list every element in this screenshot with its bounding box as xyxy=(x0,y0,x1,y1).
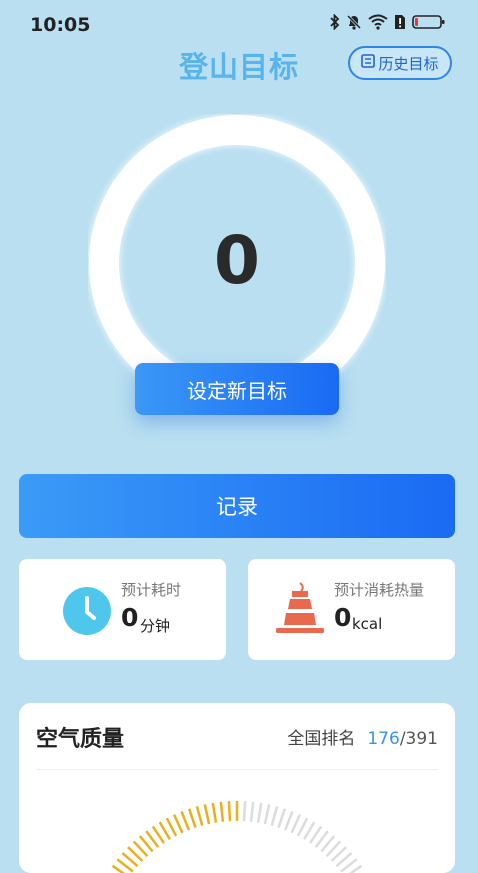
traffic-cone-icon xyxy=(274,581,326,641)
gauge-tick xyxy=(180,811,191,831)
set-new-goal-button[interactable]: 设定新目标 xyxy=(135,363,339,415)
gauge-tick xyxy=(195,806,204,826)
gauge-tick xyxy=(296,817,309,837)
battery-icon xyxy=(412,14,446,30)
clock-icon xyxy=(63,587,111,639)
gauge-tick xyxy=(219,801,225,822)
estimated-calories-card: 预计消耗热量 0 kcal xyxy=(248,559,455,660)
mute-bell-icon xyxy=(346,14,362,30)
estimated-calories-label: 预计消耗热量 xyxy=(334,581,425,599)
goal-value: 0 xyxy=(214,222,260,299)
estimated-calories-unit: kcal xyxy=(352,615,383,633)
gauge-tick xyxy=(188,808,197,829)
history-goals-button[interactable]: 历史目标 xyxy=(348,46,452,80)
status-icons xyxy=(330,14,446,30)
gauge-tick xyxy=(290,814,302,834)
gauge-tick xyxy=(270,806,279,826)
air-quality-gauge xyxy=(111,801,363,873)
estimated-time-value: 0 xyxy=(121,603,139,632)
gauge-tick xyxy=(249,801,255,822)
gauge-tick xyxy=(242,801,247,822)
gauge-tick xyxy=(211,802,218,823)
wifi-icon xyxy=(368,14,388,30)
gauge-tick xyxy=(165,817,178,837)
gauge-tick xyxy=(172,814,184,834)
status-time: 10:05 xyxy=(30,14,91,36)
bluetooth-icon xyxy=(330,14,340,30)
list-icon xyxy=(361,54,376,72)
gauge-tick xyxy=(283,811,294,831)
gauge-tick xyxy=(303,821,316,840)
estimated-calories-value: 0 xyxy=(334,603,352,632)
gauge-tick xyxy=(203,804,211,825)
estimated-time-card: 预计耗时 0 分钟 xyxy=(19,559,226,660)
estimated-time-unit: 分钟 xyxy=(140,617,171,635)
estimated-time-label: 预计耗时 xyxy=(121,581,182,599)
history-goals-label: 历史目标 xyxy=(378,54,439,73)
gauge-tick xyxy=(256,802,263,823)
gauge-tick xyxy=(158,821,171,840)
gauge-tick xyxy=(277,808,286,829)
record-button[interactable]: 记录 xyxy=(19,474,455,538)
status-bar: 10:05 xyxy=(0,0,478,48)
gauge-tick xyxy=(227,801,232,822)
sim-alert-icon xyxy=(394,14,406,30)
gauge-tick xyxy=(263,804,271,825)
air-quality-card: 空气质量 全国排名 176/391 xyxy=(19,703,455,873)
